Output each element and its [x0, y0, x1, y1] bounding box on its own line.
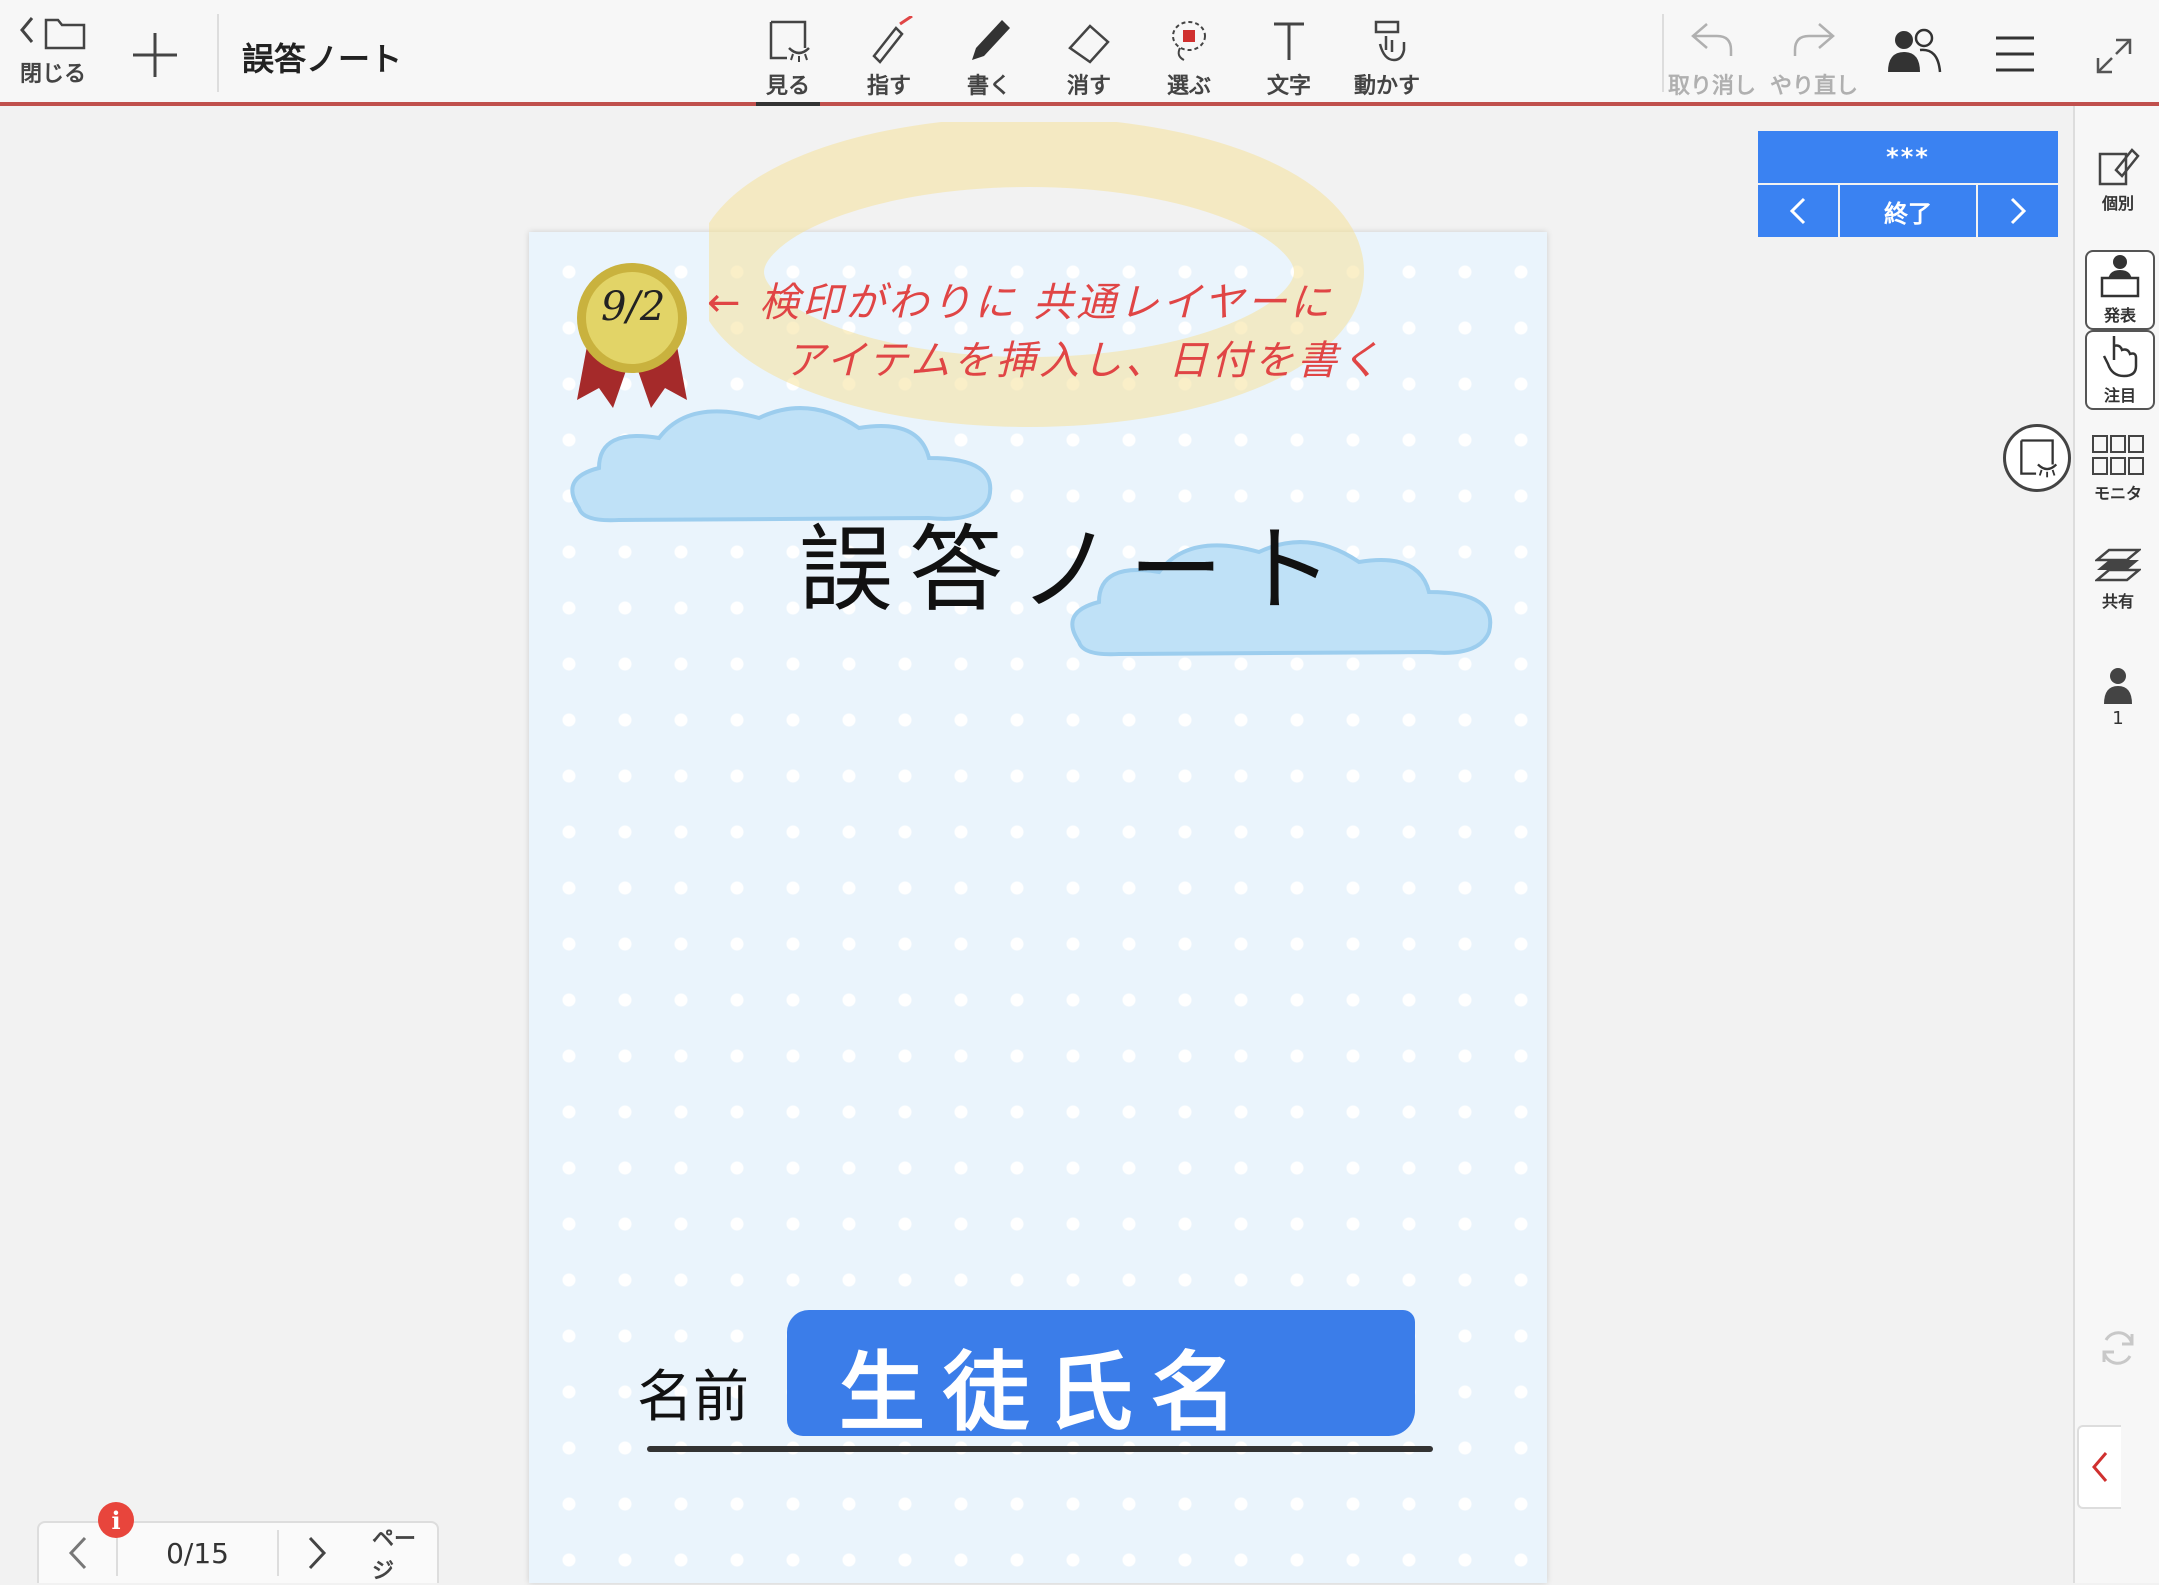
grid-monitor-icon	[2092, 435, 2144, 475]
annotation-line-2: アイテムを挿入し、日付を書く	[785, 338, 1383, 384]
presentation-prev-button[interactable]	[1758, 185, 1838, 237]
toolbar-divider	[1662, 14, 1664, 92]
top-toolbar: 閉じる 誤答ノート 見る 指す 書く 消す 選ぶ 文字 動かす 取り消し やり直…	[0, 0, 2159, 106]
monitor-button[interactable]: モニタ	[2085, 434, 2151, 504]
presentation-title: ***	[1758, 131, 2058, 183]
note-page[interactable]: 9/2 ← 検印がわりに 共通レイヤーに アイテムを挿入し、日付を書く 誤答ノー…	[529, 122, 1547, 1583]
chevron-left-icon	[68, 1536, 86, 1570]
tool-select[interactable]: 選ぶ	[1164, 18, 1214, 100]
prev-page-button[interactable]	[39, 1535, 116, 1571]
menu-button[interactable]	[1996, 34, 2034, 74]
view-icon	[769, 20, 810, 62]
users-icon	[1888, 28, 1942, 73]
text-icon	[1274, 22, 1304, 60]
chevron-right-icon	[309, 1536, 327, 1570]
share-button[interactable]: 共有	[2085, 546, 2151, 612]
chevron-left-icon	[1789, 197, 1806, 225]
add-button[interactable]	[130, 30, 180, 80]
back-folder-icon	[20, 17, 86, 50]
plus-icon	[133, 33, 177, 77]
layers-share-icon	[2095, 548, 2141, 582]
page-navigator: 0/15 ページ	[37, 1521, 439, 1585]
attention-button[interactable]: 注目	[2085, 330, 2155, 410]
name-label: 名前	[637, 1365, 749, 1430]
present-button[interactable]: 発表	[2085, 250, 2155, 330]
tool-point[interactable]: 指す	[864, 16, 914, 100]
laser-pointer-icon	[872, 16, 913, 64]
page-title: 誤答ノート	[799, 516, 1350, 625]
tool-move[interactable]: 動かす	[1354, 18, 1420, 100]
annotation-line-1: ← 検印がわりに 共通レイヤーに	[707, 280, 1333, 326]
edit-note-icon	[2098, 148, 2140, 186]
chevron-left-icon	[2092, 1452, 2108, 1482]
close-button[interactable]: 閉じる	[16, 12, 90, 88]
hamburger-menu-icon	[1996, 36, 2034, 72]
pointing-hand-icon	[2102, 336, 2138, 378]
name-underline	[647, 1446, 1433, 1452]
presenter-icon	[2100, 255, 2140, 298]
collapse-panel-tab[interactable]	[2077, 1425, 2121, 1509]
view-mode-floating-button[interactable]	[2003, 424, 2071, 492]
individual-button[interactable]: 個別	[2085, 146, 2151, 214]
tool-erase[interactable]: 消す	[1064, 18, 1114, 100]
medal-date: 9/2	[601, 284, 666, 330]
toolbar-divider	[217, 14, 219, 92]
users-button[interactable]	[1886, 26, 1942, 76]
presentation-next-button[interactable]	[1978, 185, 2058, 237]
redo-button[interactable]: やり直し	[1770, 18, 1858, 100]
undo-button[interactable]: 取り消し	[1668, 18, 1756, 100]
tool-view[interactable]: 見る	[756, 18, 820, 106]
participants-indicator[interactable]: 1	[2085, 666, 2151, 729]
hand-move-icon	[1374, 20, 1406, 62]
refresh-icon	[2102, 1331, 2134, 1365]
eraser-icon	[1068, 24, 1110, 64]
fullscreen-button[interactable]	[2094, 36, 2134, 76]
right-side-panel: 個別 発表 注目 モニタ 共有 1	[2073, 106, 2159, 1583]
expand-icon	[2096, 38, 2132, 74]
pen-icon	[972, 20, 1010, 60]
active-tool-indicator	[756, 102, 820, 106]
page-label[interactable]: ページ	[372, 1521, 437, 1585]
tool-text[interactable]: 文字	[1264, 18, 1314, 100]
redo-icon	[1793, 23, 1835, 56]
person-icon	[2104, 668, 2132, 704]
info-badge-icon[interactable]: i	[98, 1502, 134, 1538]
chevron-right-icon	[2010, 197, 2027, 225]
sync-button[interactable]	[2085, 1326, 2151, 1370]
next-page-button[interactable]	[279, 1535, 356, 1571]
view-icon	[2020, 439, 2058, 478]
undo-icon	[1691, 23, 1733, 56]
lasso-select-icon	[1172, 21, 1206, 61]
presentation-nav: *** 終了	[1758, 131, 2058, 237]
presentation-end-button[interactable]: 終了	[1840, 185, 1976, 237]
student-name: 生徒氏名	[839, 1343, 1255, 1443]
tool-write[interactable]: 書く	[964, 16, 1014, 100]
page-count: 0/15	[166, 1536, 229, 1570]
document-title: 誤答ノート	[242, 40, 403, 78]
